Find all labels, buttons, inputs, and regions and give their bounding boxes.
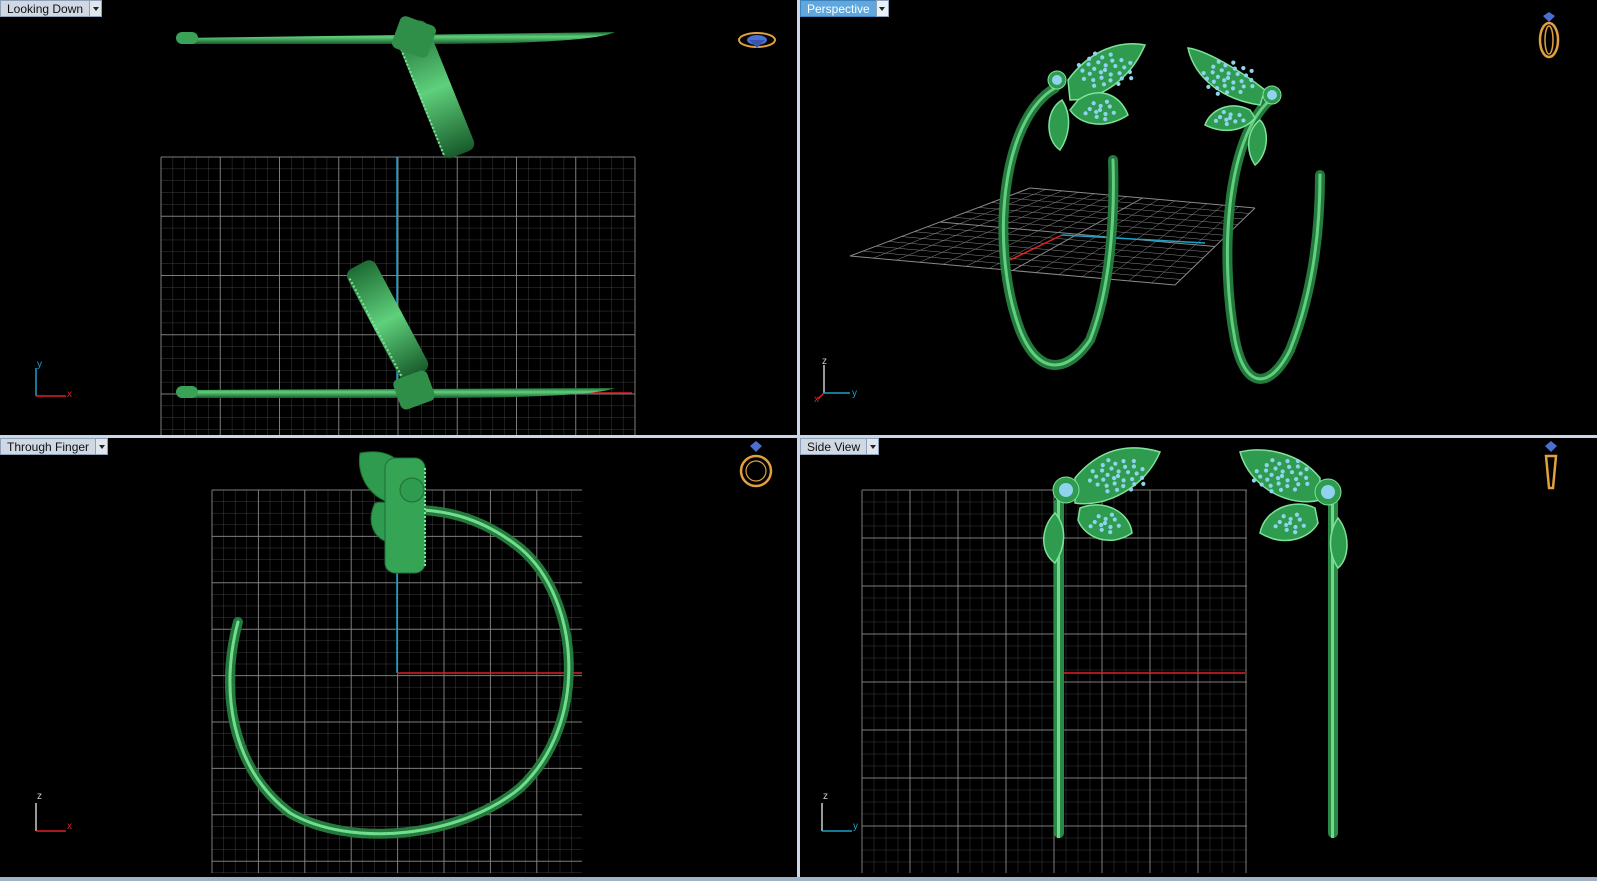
viewport-name: Looking Down [0, 0, 90, 17]
viewport-label-through-finger[interactable]: Through Finger [0, 438, 109, 455]
axis-label-x: x [814, 394, 819, 405]
status-strip [0, 877, 1597, 881]
earring-right-side-view[interactable] [1239, 449, 1348, 838]
viewport-looking-down[interactable]: Looking Down y x [0, 0, 797, 435]
viewport-label-side-view[interactable]: Side View [800, 438, 880, 455]
axis-label-z: z [37, 791, 42, 802]
ring-top-view-icon[interactable] [735, 26, 779, 54]
earring-front-view[interactable] [224, 451, 574, 839]
viewport-label-perspective[interactable]: Perspective [800, 0, 889, 17]
earring-top-view-upper[interactable] [176, 15, 615, 161]
viewport-side-view[interactable]: Side View z y [800, 438, 1597, 881]
viewport-splitter-horizontal[interactable] [0, 435, 1597, 438]
earring-right-perspective[interactable] [1187, 47, 1325, 384]
viewport-through-finger[interactable]: Through Finger z x [0, 438, 797, 881]
perspective-grid [849, 187, 1256, 286]
axis-label-y: y [37, 359, 42, 370]
ring-perspective-icon[interactable] [1535, 10, 1563, 60]
viewport-menu-dropdown-icon[interactable] [866, 438, 880, 455]
axis-label-z: z [822, 356, 827, 367]
axis-label-x: x [67, 821, 72, 832]
viewport-perspective[interactable]: Perspective z y x [800, 0, 1597, 435]
viewport-menu-dropdown-icon[interactable] [95, 438, 109, 455]
viewport-name: Through Finger [0, 438, 96, 455]
viewport-menu-dropdown-icon[interactable] [89, 0, 103, 17]
scene-looking-down[interactable] [0, 0, 797, 435]
viewport-menu-dropdown-icon[interactable] [875, 0, 889, 17]
scene-through-finger[interactable] [0, 438, 797, 881]
scene-side-view[interactable] [800, 438, 1597, 881]
axis-label-x: x [67, 389, 72, 400]
scene-perspective[interactable] [800, 0, 1597, 435]
earring-left-perspective[interactable] [998, 43, 1147, 370]
viewport-name: Perspective [800, 0, 876, 17]
axis-label-y: y [853, 821, 858, 832]
axis-label-y: y [852, 388, 857, 399]
ring-side-view-icon[interactable] [1538, 438, 1564, 493]
viewport-label-looking-down[interactable]: Looking Down [0, 0, 103, 17]
axis-label-z: z [823, 791, 828, 802]
ring-front-view-icon[interactable] [736, 438, 776, 493]
viewport-name: Side View [800, 438, 867, 455]
